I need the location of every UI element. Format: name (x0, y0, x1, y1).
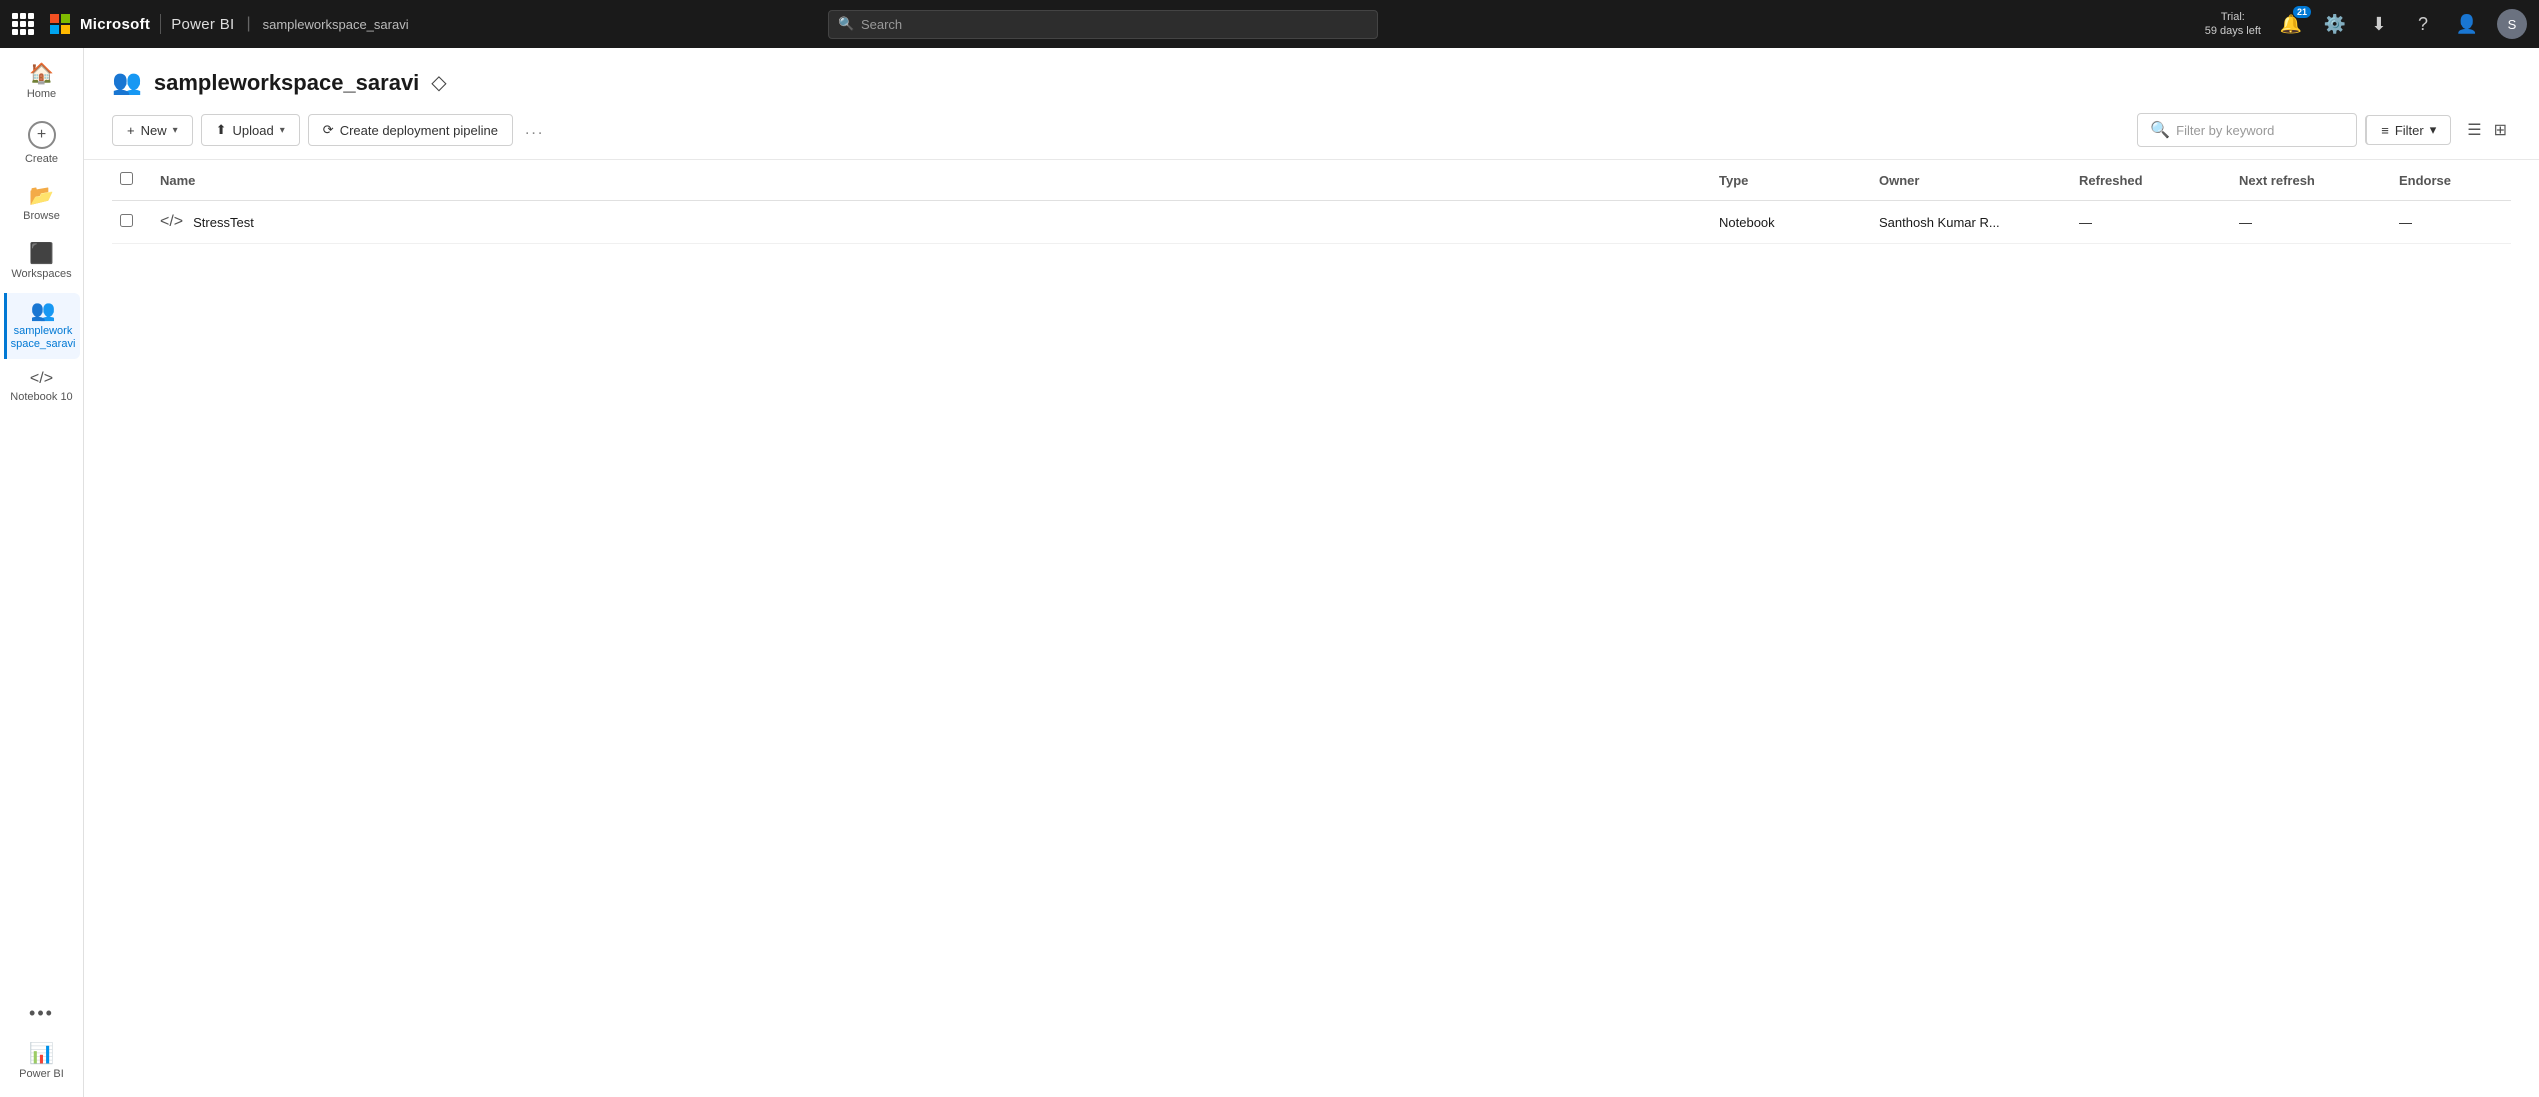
sidebar-item-notebook10[interactable]: </> Notebook 10 (4, 363, 80, 412)
col-checkbox-header (112, 160, 152, 201)
row-checkbox-cell (112, 201, 152, 244)
home-icon: 🏠 (29, 64, 54, 84)
new-icon: + (127, 123, 135, 138)
toolbar-more-button[interactable]: ... (521, 117, 548, 143)
workspace-title: sampleworkspace_saravi (154, 70, 419, 96)
browse-icon: 📂 (29, 186, 54, 206)
workspace-title-row: 👥 sampleworkspace_saravi ◇ (112, 68, 2511, 97)
search-area: 🔍 (828, 10, 1378, 39)
col-owner-header: Owner (1871, 160, 2071, 201)
notif-count-badge: 21 (2293, 6, 2311, 18)
topbar-workspace-separator: | (246, 15, 250, 33)
user-avatar[interactable]: S (2497, 9, 2527, 39)
new-chevron-icon: ▾ (173, 125, 178, 136)
new-button[interactable]: + New ▾ (112, 115, 193, 146)
select-all-checkbox[interactable] (120, 172, 133, 185)
filter-keyword-input[interactable] (2176, 123, 2344, 138)
filter-search-icon: 🔍 (2150, 120, 2170, 140)
filter-button[interactable]: ≡ Filter ▾ (2365, 115, 2451, 145)
workspaces-icon: ⬛ (29, 244, 54, 264)
topbar-workspace-name: sampleworkspace_saravi (263, 17, 409, 32)
sidebar-browse-label: Browse (23, 210, 60, 223)
content-header: 👥 sampleworkspace_saravi ◇ + New ▾ ⬆ Upl… (84, 48, 2539, 160)
notebook10-icon: </> (30, 371, 53, 387)
pipeline-label: Create deployment pipeline (340, 123, 498, 138)
table-row: </> StressTest Notebook Santhosh Kumar R… (112, 201, 2511, 244)
col-endorse-header: Endorse (2391, 160, 2511, 201)
sidebar-create-label: Create (25, 153, 58, 166)
sidebar-item-create[interactable]: + Create (4, 113, 80, 174)
sidebar-powerbi-label: Power BI (19, 1068, 64, 1081)
row-nextrefresh-cell: — (2231, 201, 2391, 244)
sidebar-notebook10-label: Notebook 10 (10, 391, 72, 404)
table-header: Name Type Owner Refreshed Next refresh E… (112, 160, 2511, 201)
row-refreshed-cell: — (2071, 201, 2231, 244)
topbar: Microsoft Power BI | sampleworkspace_sar… (0, 0, 2539, 48)
filter-label: Filter (2395, 123, 2424, 138)
sidebar: 🏠 Home + Create 📂 Browse ⬛ Workspaces 👥 … (0, 48, 84, 1097)
sidebar-sampleworkspace-label: samplework space_saravi (11, 325, 76, 351)
row-checkbox[interactable] (120, 214, 133, 227)
row-name-cell: </> StressTest (152, 201, 1711, 244)
sidebar-item-home[interactable]: 🏠 Home (4, 56, 80, 109)
items-table: Name Type Owner Refreshed Next refresh E… (112, 160, 2511, 244)
notifications-button[interactable]: 🔔 21 (2277, 10, 2305, 38)
workspace-header-icon: 👥 (112, 68, 142, 97)
upload-label: Upload (233, 123, 274, 138)
diamond-icon: ◇ (431, 70, 446, 95)
more-icon: ••• (29, 1003, 54, 1024)
help-button[interactable]: ? (2409, 10, 2437, 38)
create-icon: + (28, 121, 56, 149)
col-refreshed-header: Refreshed (2071, 160, 2231, 201)
view-toggle: ☰ ⊞ (2463, 116, 2511, 144)
sidebar-item-sampleworkspace[interactable]: 👥 samplework space_saravi (4, 293, 80, 359)
settings-button[interactable]: ⚙️ (2321, 10, 2349, 38)
col-name-header: Name (152, 160, 1711, 201)
filter-search-box: 🔍 (2137, 113, 2357, 147)
item-name[interactable]: StressTest (193, 215, 254, 230)
brand-powerbi: Power BI (171, 16, 234, 33)
row-type-cell: Notebook (1711, 201, 1871, 244)
col-nextrefresh-header: Next refresh (2231, 160, 2391, 201)
download-button[interactable]: ⬇ (2365, 10, 2393, 38)
sidebar-more-button[interactable]: ••• (4, 995, 80, 1032)
sidebar-home-label: Home (27, 88, 56, 101)
pipeline-button[interactable]: ⟳ Create deployment pipeline (308, 114, 513, 146)
sidebar-item-workspaces[interactable]: ⬛ Workspaces (4, 236, 80, 289)
main-layout: 🏠 Home + Create 📂 Browse ⬛ Workspaces 👥 … (0, 48, 2539, 1097)
upload-icon: ⬆ (216, 122, 227, 138)
share-button[interactable]: 👤 (2453, 10, 2481, 38)
sidebar-workspaces-label: Workspaces (11, 268, 71, 281)
brand-area: Microsoft Power BI | sampleworkspace_sar… (50, 14, 409, 34)
pipeline-icon: ⟳ (323, 122, 334, 138)
items-table-container: Name Type Owner Refreshed Next refresh E… (84, 160, 2539, 1097)
filter-lines-icon: ≡ (2381, 123, 2389, 138)
grid-view-button[interactable]: ⊞ (2490, 116, 2511, 144)
brand-microsoft: Microsoft (80, 16, 150, 33)
toolbar: + New ▾ ⬆ Upload ▾ ⟳ Create deployment p… (112, 113, 2511, 147)
apps-grid-icon[interactable] (12, 13, 34, 35)
trial-badge: Trial: 59 days left (2205, 10, 2261, 39)
more-icon: ... (525, 121, 544, 138)
upload-chevron-icon: ▾ (280, 125, 285, 136)
powerbi-icon: 📊 (29, 1044, 54, 1064)
new-label: New (141, 123, 167, 138)
brand-divider (160, 14, 161, 34)
search-icon: 🔍 (838, 16, 854, 32)
search-input[interactable] (828, 10, 1378, 39)
row-endorse-cell: — (2391, 201, 2511, 244)
sidebar-item-browse[interactable]: 📂 Browse (4, 178, 80, 231)
row-owner-cell: Santhosh Kumar R... (1871, 201, 2071, 244)
upload-button[interactable]: ⬆ Upload ▾ (201, 114, 300, 146)
notebook-item-icon: </> (160, 213, 183, 231)
list-view-button[interactable]: ☰ (2463, 116, 2485, 144)
col-type-header: Type (1711, 160, 1871, 201)
table-body: </> StressTest Notebook Santhosh Kumar R… (112, 201, 2511, 244)
topbar-right-area: Trial: 59 days left 🔔 21 ⚙️ ⬇ ? 👤 S (2205, 9, 2527, 39)
content-area: 👥 sampleworkspace_saravi ◇ + New ▾ ⬆ Upl… (84, 48, 2539, 1097)
filter-chevron-icon: ▾ (2430, 122, 2437, 138)
sidebar-item-powerbi[interactable]: 📊 Power BI (4, 1036, 80, 1089)
sampleworkspace-icon: 👥 (31, 301, 56, 321)
microsoft-logo (50, 14, 70, 34)
